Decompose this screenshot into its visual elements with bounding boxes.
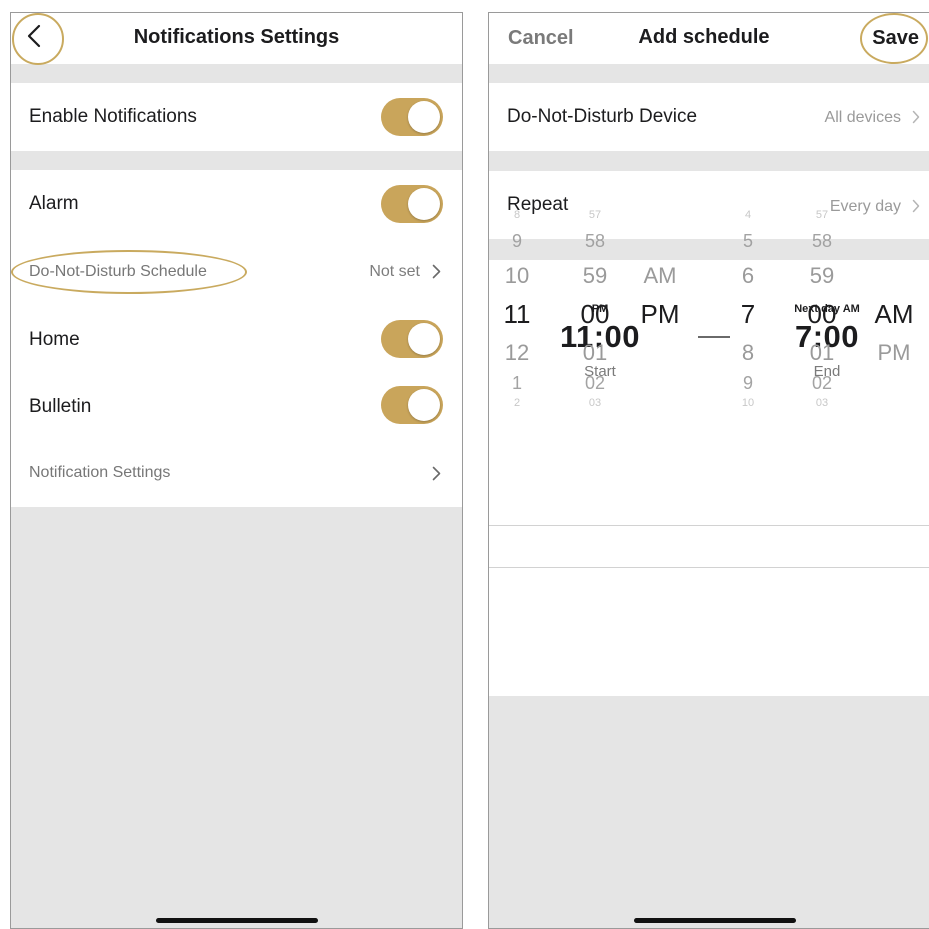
picker-value: AM	[643, 263, 677, 288]
repeat-row[interactable]: Repeat Every day	[489, 171, 929, 239]
picker-value: 5	[742, 231, 753, 251]
nav-bar: Cancel Add schedule Save	[489, 13, 929, 64]
page-title: Add schedule	[638, 26, 770, 48]
page-title: Notifications Settings	[133, 26, 340, 48]
toggle-knob	[408, 389, 440, 421]
picker-value: 03	[588, 397, 602, 409]
alarm-toggle[interactable]	[381, 185, 443, 223]
enable-notifications-label: Enable Notifications	[29, 106, 197, 127]
enable-notifications-row: Enable Notifications	[11, 83, 462, 151]
picker-value: 2	[513, 397, 521, 409]
picker-selected-value: 11	[503, 299, 531, 329]
dnd-schedule-row[interactable]: Do-Not-Disturb Schedule Not set	[11, 238, 462, 306]
notification-settings-row[interactable]: Notification Settings	[11, 442, 462, 507]
picker-selected-value: 7	[740, 299, 756, 329]
toggle-knob	[408, 101, 440, 133]
picker-value: 01	[582, 340, 608, 365]
alarm-label: Alarm	[29, 193, 79, 214]
enable-notifications-toggle[interactable]	[381, 98, 443, 136]
bulletin-toggle[interactable]	[381, 386, 443, 424]
picker-selected-value: 00	[807, 299, 837, 329]
picker-value: 58	[811, 231, 833, 251]
dnd-device-label: Do-Not-Disturb Device	[507, 106, 698, 127]
picker-value: 12	[504, 340, 530, 365]
bulletin-label: Bulletin	[29, 396, 92, 417]
picker-value: 03	[815, 397, 829, 409]
chevron-right-icon	[432, 264, 441, 279]
picker-value: 02	[584, 373, 606, 393]
picker-value: PM	[877, 340, 911, 365]
picker-selected-value: 00	[580, 299, 610, 329]
time-range-section: PM 11:00 Start Next day AM 7:00 End 8 9 10…	[489, 209, 929, 696]
enable-section: Enable Notifications	[11, 83, 462, 151]
home-indicator	[156, 918, 318, 923]
dnd-device-row[interactable]: Do-Not-Disturb Device All devices	[489, 83, 929, 151]
dnd-device-value: All devices	[824, 109, 901, 126]
home-toggle[interactable]	[381, 320, 443, 358]
toggle-knob	[408, 188, 440, 220]
picker-value: 10	[504, 263, 530, 288]
picker-value: 9	[511, 231, 522, 251]
alarm-row: Alarm	[11, 170, 462, 238]
picker-value: 8	[741, 340, 755, 365]
picker-value: 10	[741, 397, 755, 409]
save-button[interactable]: Save	[872, 27, 919, 50]
picker-value: 1	[511, 373, 522, 393]
categories-section: Alarm Do-Not-Disturb Schedule Not set Ho…	[11, 170, 462, 507]
picker-value: 6	[741, 263, 755, 288]
add-schedule-screen: Cancel Add schedule Save Do-Not-Disturb …	[488, 12, 929, 929]
picker-value: 8	[513, 209, 521, 221]
picker-selection-top	[489, 525, 929, 526]
picker-value: 58	[584, 231, 606, 251]
home-row: Home	[11, 306, 462, 374]
nav-bar: Notifications Settings	[11, 13, 462, 65]
picker-value: 4	[744, 209, 752, 221]
picker-value: 02	[811, 373, 833, 393]
chevron-right-icon	[912, 110, 920, 124]
picker-value: 59	[809, 263, 835, 288]
home-indicator	[634, 918, 796, 923]
picker-value: 59	[582, 263, 608, 288]
home-label: Home	[29, 329, 80, 350]
chevron-right-icon	[912, 199, 920, 213]
bulletin-row: Bulletin	[11, 374, 462, 442]
dnd-schedule-label: Do-Not-Disturb Schedule	[29, 263, 207, 280]
picker-value: 01	[809, 340, 835, 365]
picker-selection-bottom	[489, 567, 929, 568]
notifications-settings-screen: Notifications Settings Enable Notificati…	[10, 12, 463, 929]
picker-selected-value: PM	[640, 299, 680, 329]
toggle-knob	[408, 323, 440, 355]
chevron-right-icon	[432, 466, 441, 481]
picker-value: 57	[815, 209, 829, 221]
picker-value: 9	[742, 373, 753, 393]
dnd-schedule-value: Not set	[369, 263, 420, 280]
notification-settings-label: Notification Settings	[29, 464, 171, 481]
picker-selected-value: AM	[874, 299, 914, 329]
range-dash	[698, 336, 730, 338]
picker-value: 57	[588, 209, 602, 221]
